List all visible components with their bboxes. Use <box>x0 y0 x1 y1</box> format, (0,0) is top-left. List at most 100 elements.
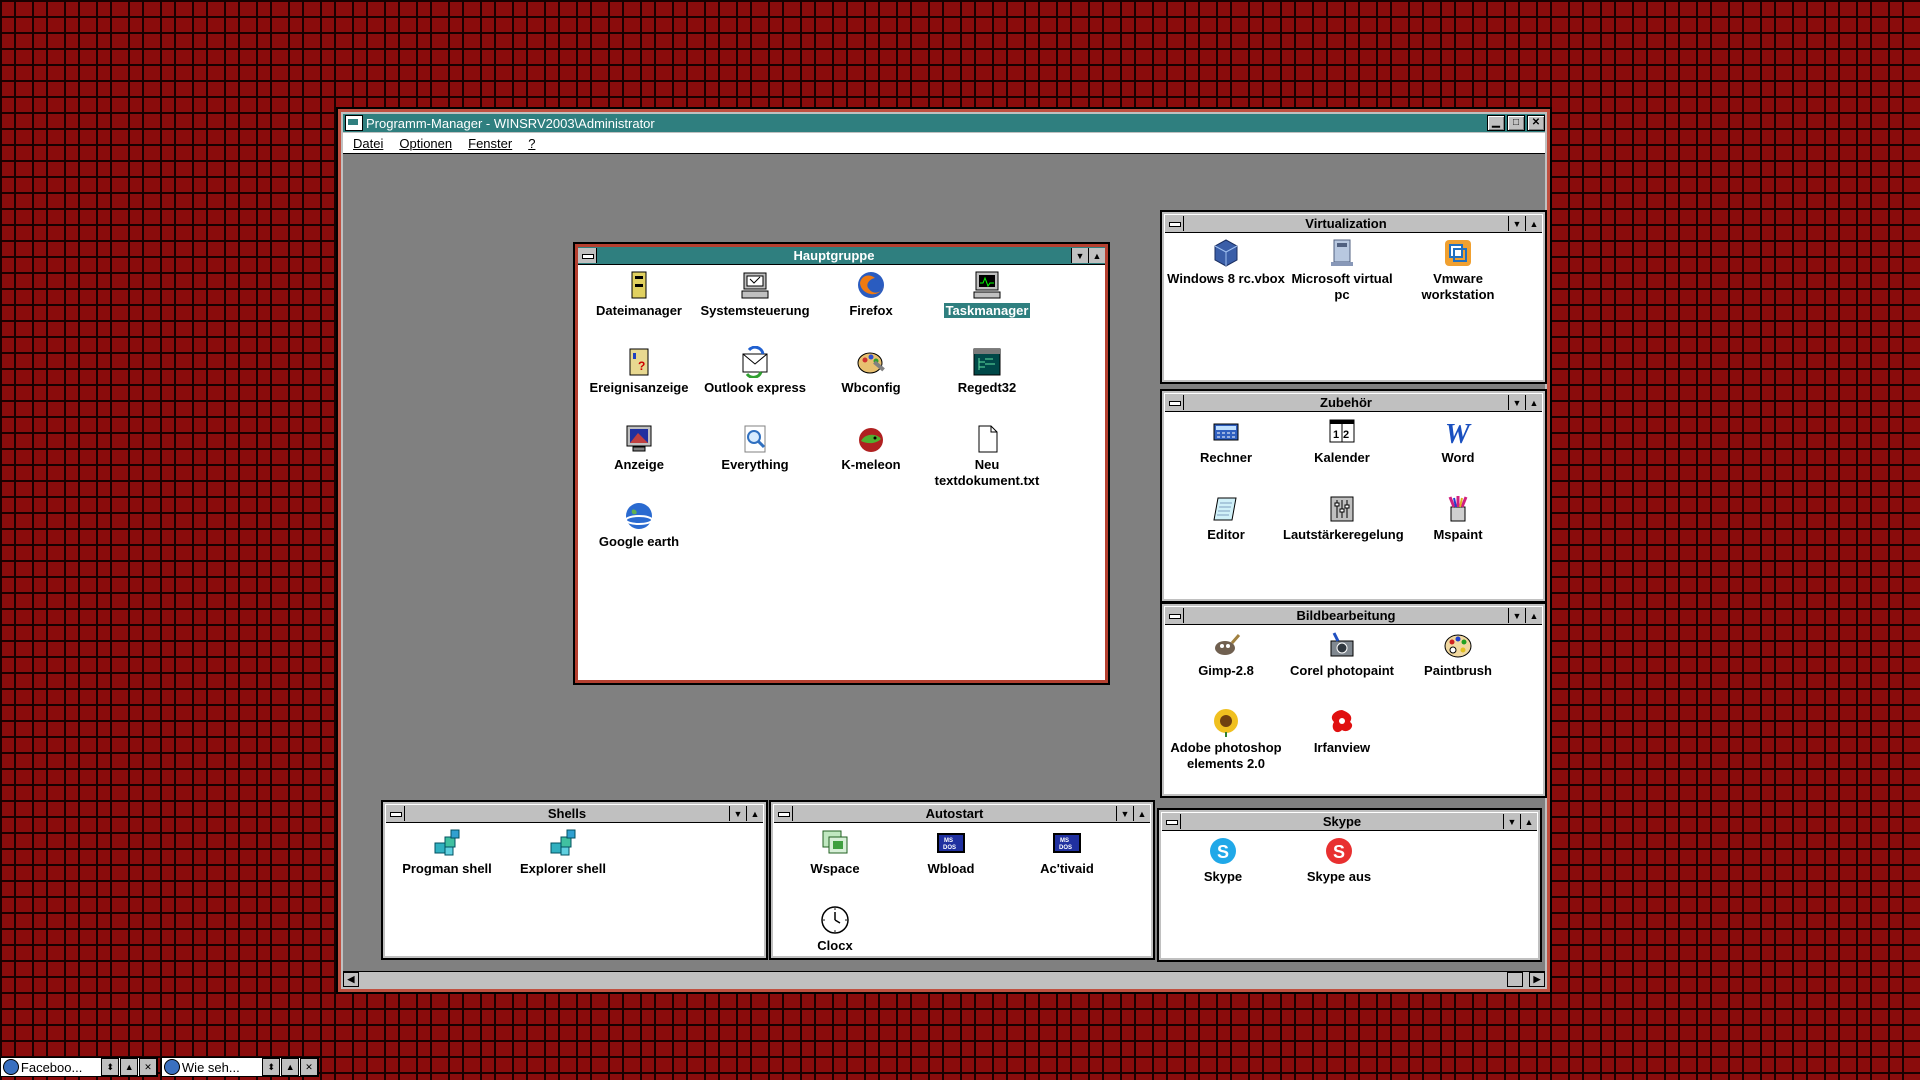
menu-help[interactable]: ? <box>528 136 535 151</box>
program-item-outlook-express[interactable]: Outlook express <box>696 346 814 396</box>
maximize-button[interactable]: ▲ <box>746 806 763 821</box>
program-item-everything[interactable]: Everything <box>696 423 814 473</box>
menu-datei[interactable]: Datei <box>353 136 383 151</box>
scroll-right-arrow-icon[interactable]: ▶ <box>1529 972 1545 987</box>
group-menu-icon[interactable] <box>386 806 405 821</box>
maximize-button[interactable]: ▲ <box>1088 248 1105 263</box>
file-cabinet-icon <box>631 271 647 299</box>
minimize-button[interactable]: ▁ <box>1487 115 1505 131</box>
group-menu-icon[interactable] <box>1165 395 1184 410</box>
program-item-wspace[interactable]: Wspace <box>776 827 894 877</box>
program-item-vmware-workstation[interactable]: Vmware workstation <box>1399 237 1517 303</box>
minimized-window-wie-sehen[interactable]: Wie seh... ⬍ ▲ ✕ <box>161 1057 319 1077</box>
minimize-button[interactable]: ▼ <box>1508 216 1525 231</box>
minimize-button[interactable]: ▼ <box>1071 248 1088 263</box>
menu-bar: Datei Optionen Fenster ? <box>343 133 1545 154</box>
program-item-regedt32[interactable]: Regedt32 <box>928 346 1046 396</box>
group-menu-icon[interactable] <box>578 248 597 263</box>
group-titlebar[interactable]: Bildbearbeitung ▼ ▲ <box>1165 607 1542 625</box>
close-button[interactable]: ✕ <box>300 1058 319 1076</box>
minimized-window-facebook[interactable]: Faceboo... ⬍ ▲ ✕ <box>0 1057 158 1077</box>
group-zubehoer[interactable]: Zubehör ▼ ▲ Rechner 12 Kalender W Word E… <box>1160 389 1547 603</box>
maximize-button[interactable]: ▲ <box>1525 395 1542 410</box>
program-item-kalender[interactable]: 12 Kalender <box>1283 416 1401 466</box>
group-skype[interactable]: Skype ▼ ▲ S Skype S Skype aus <box>1157 808 1542 962</box>
close-button[interactable]: ✕ <box>139 1058 158 1076</box>
group-hauptgruppe[interactable]: Hauptgruppe ▼ ▲ Dateimanager Systemsteue… <box>573 242 1110 685</box>
group-menu-icon[interactable] <box>1165 608 1184 623</box>
skype-off-icon: S <box>1326 838 1352 864</box>
program-item-editor[interactable]: Editor <box>1167 493 1285 543</box>
group-virtualization[interactable]: Virtualization ▼ ▲ Windows 8 rc.vbox Mic… <box>1160 210 1547 384</box>
maximize-button[interactable]: ▲ <box>281 1058 300 1076</box>
group-autostart[interactable]: Autostart ▼ ▲ Wspace MS DOS Wbload MS DOS … <box>769 800 1155 960</box>
program-item-corel-photopaint[interactable]: Corel photopaint <box>1283 629 1401 679</box>
program-item-anzeige[interactable]: Anzeige <box>580 423 698 473</box>
maximize-button[interactable]: ▲ <box>1133 806 1150 821</box>
group-titlebar[interactable]: Shells ▼ ▲ <box>386 805 763 823</box>
group-menu-icon[interactable] <box>1165 216 1184 231</box>
maximize-button[interactable]: ▲ <box>1525 216 1542 231</box>
program-item-skype[interactable]: S Skype <box>1164 835 1282 885</box>
menu-optionen[interactable]: Optionen <box>399 136 452 151</box>
minimize-button[interactable]: ▼ <box>1508 608 1525 623</box>
group-titlebar[interactable]: Zubehör ▼ ▲ <box>1165 394 1542 412</box>
program-item-dateimanager[interactable]: Dateimanager <box>580 269 698 319</box>
svg-text:W: W <box>1445 419 1472 448</box>
close-button[interactable]: ✕ <box>1527 115 1545 131</box>
program-item-lautstaerkeregelung[interactable]: Lautstärkeregelung <box>1283 493 1404 543</box>
program-item-firefox[interactable]: Firefox <box>812 269 930 319</box>
program-item-skype-aus[interactable]: S Skype aus <box>1280 835 1398 885</box>
calculator-icon <box>1213 423 1239 441</box>
program-manager-icon[interactable] <box>345 115 363 131</box>
program-item-systemsteuerung[interactable]: Systemsteuerung <box>696 269 814 319</box>
group-bildbearbeitung[interactable]: Bildbearbeitung ▼ ▲ Gimp-2.8 Corel photo… <box>1160 602 1547 798</box>
program-item-adobe-photoshop-elements[interactable]: Adobe photoshop elements 2.0 <box>1167 706 1285 772</box>
program-item-irfanview[interactable]: Irfanview <box>1283 706 1401 756</box>
group-title: Zubehör <box>1320 395 1372 410</box>
program-manager-titlebar[interactable]: Programm-Manager - WINSRV2003\Administra… <box>343 114 1545 132</box>
program-item-explorer-shell[interactable]: Explorer shell <box>504 827 622 877</box>
program-item-word[interactable]: W Word <box>1399 416 1517 466</box>
program-item-rechner[interactable]: Rechner <box>1167 416 1285 466</box>
program-item-taskmanager[interactable]: Taskmanager <box>928 269 1046 319</box>
minimize-button[interactable]: ▼ <box>729 806 746 821</box>
program-item-wbload[interactable]: MS DOS Wbload <box>892 827 1010 877</box>
program-item-k-meleon[interactable]: K-meleon <box>812 423 930 473</box>
group-menu-icon[interactable] <box>774 806 793 821</box>
group-titlebar[interactable]: Autostart ▼ ▲ <box>774 805 1150 823</box>
minimize-button[interactable]: ▼ <box>1116 806 1133 821</box>
minimize-button[interactable]: ▼ <box>1508 395 1525 410</box>
program-item-wbconfig[interactable]: Wbconfig <box>812 346 930 396</box>
program-item-ereignisanzeige[interactable]: ? Ereignisanzeige <box>580 346 698 396</box>
horizontal-scrollbar[interactable]: ◀ ▶ <box>343 971 1545 988</box>
restore-button[interactable]: ⬍ <box>262 1058 281 1076</box>
minimize-button[interactable]: ▼ <box>1503 814 1520 829</box>
program-item-windows8-vbox[interactable]: Windows 8 rc.vbox <box>1167 237 1285 287</box>
word-icon: W <box>1445 419 1472 448</box>
program-item-gimp[interactable]: Gimp-2.8 <box>1167 629 1285 679</box>
program-item-clocx[interactable]: Clocx <box>776 904 894 954</box>
restore-button[interactable]: ⬍ <box>101 1058 120 1076</box>
group-shells[interactable]: Shells ▼ ▲ Progman shell Explorer shell <box>381 800 768 960</box>
group-titlebar[interactable]: Skype ▼ ▲ <box>1162 813 1537 831</box>
menu-fenster[interactable]: Fenster <box>468 136 512 151</box>
program-item-progman-shell[interactable]: Progman shell <box>388 827 506 877</box>
maximize-button[interactable]: ▲ <box>1520 814 1537 829</box>
program-item-mspaint[interactable]: Mspaint <box>1399 493 1517 543</box>
maximize-button[interactable]: ▲ <box>1525 608 1542 623</box>
scroll-thumb[interactable] <box>1507 972 1523 987</box>
group-title: Hauptgruppe <box>793 248 875 263</box>
program-item-paintbrush[interactable]: Paintbrush <box>1399 629 1517 679</box>
maximize-button[interactable]: ▲ <box>120 1058 139 1076</box>
group-menu-icon[interactable] <box>1162 814 1181 829</box>
group-titlebar[interactable]: Hauptgruppe ▼ ▲ <box>578 247 1105 265</box>
program-item-activaid[interactable]: MS DOS Ac'tivaid <box>1008 827 1126 877</box>
program-item-google-earth[interactable]: Google earth <box>580 500 698 550</box>
group-titlebar[interactable]: Virtualization ▼ ▲ <box>1165 215 1542 233</box>
maximize-button[interactable]: □ <box>1507 115 1525 131</box>
program-item-neu-textdokument[interactable]: Neu textdokument.txt <box>928 423 1046 489</box>
scroll-left-arrow-icon[interactable]: ◀ <box>343 972 359 987</box>
program-item-microsoft-virtual-pc[interactable]: Microsoft virtual pc <box>1283 237 1401 303</box>
shell-cubes-icon <box>550 829 576 856</box>
